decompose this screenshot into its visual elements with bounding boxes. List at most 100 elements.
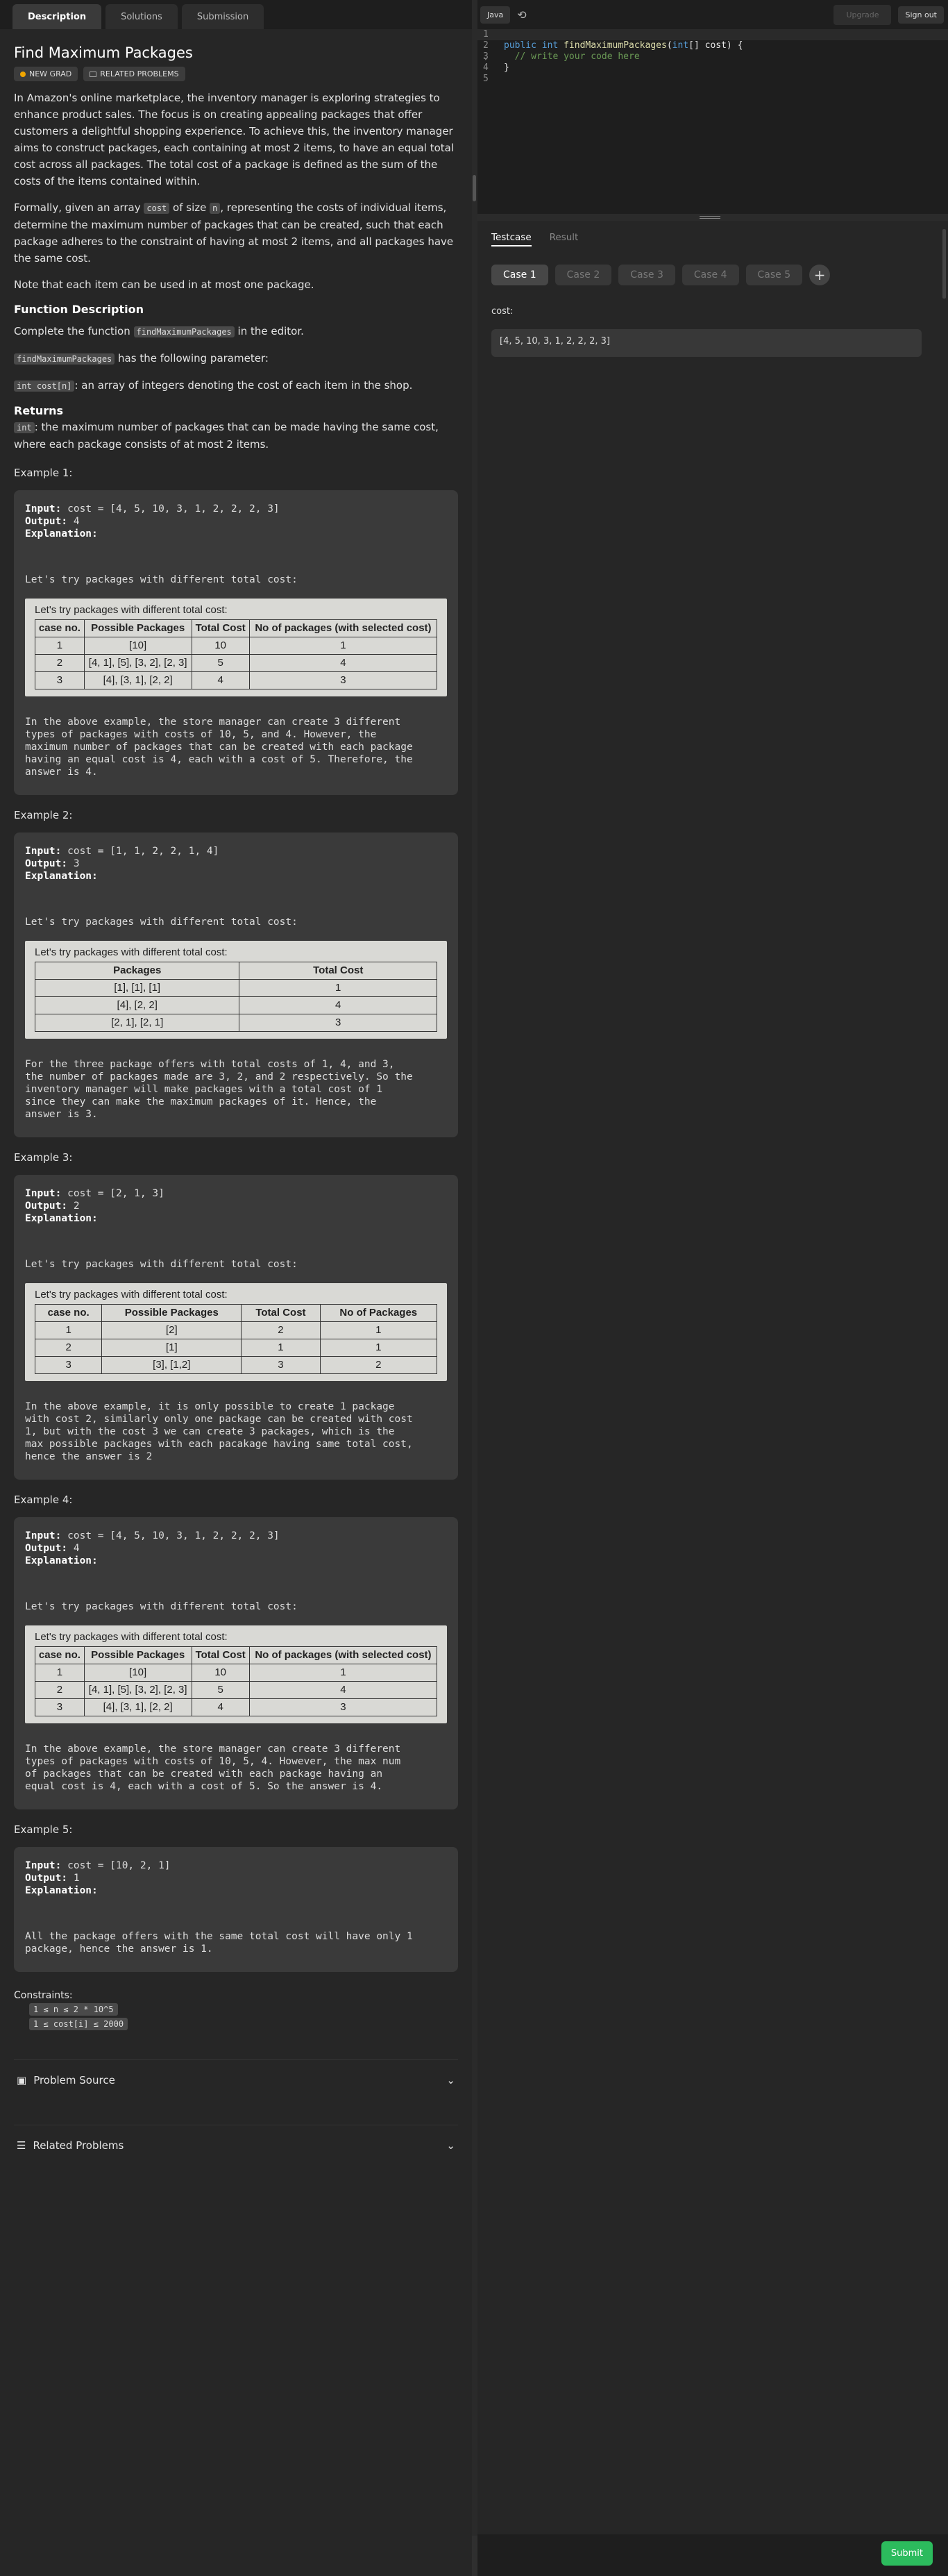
fd-line-3: int cost[n]: an array of integers denoti… — [14, 377, 458, 394]
tab-solutions[interactable]: Solutions — [105, 4, 178, 29]
tab-description[interactable]: Description — [12, 4, 102, 29]
packages-table: Packages Total Cost [1], [1], [1] 1 [4], [2,… — [34, 962, 437, 1032]
table-cell: [10] — [83, 1664, 192, 1682]
case-3-tab[interactable]: Case 3 — [618, 265, 675, 285]
editor-area: Java ⟲ Upgrade Sign out 1 2 ⌄ 3 4 5 publ… — [477, 0, 948, 2576]
star-icon — [20, 71, 26, 77]
formal-paragraph: Formally, given an array cost of size n,… — [14, 199, 458, 267]
text: has the following parameter: — [115, 352, 269, 365]
table-row: 3 [4], [3, 1], [2, 2] 4 3 — [35, 1698, 438, 1716]
table-cell: [1] — [101, 1339, 242, 1357]
table-cell: [2] — [101, 1321, 242, 1339]
table-cell: 10 — [191, 1664, 250, 1682]
table-cell: 3 — [239, 1014, 437, 1032]
problem-source-label: Problem Source — [33, 2073, 115, 2086]
table-cell: 1 — [319, 1339, 438, 1357]
add-case-icon[interactable]: + — [809, 265, 831, 285]
table-cell: 2 — [319, 1356, 438, 1374]
table-row: [4], [2, 2] 4 — [34, 996, 437, 1014]
code-editor[interactable]: 1 2 ⌄ 3 4 5 public int findMaximumPackag… — [477, 29, 948, 214]
table-cell: [1], [1], [1] — [34, 979, 240, 997]
table-header: case no. — [35, 1646, 85, 1664]
new-grad-badge[interactable]: NEW GRAD — [14, 67, 78, 81]
table-header: No of Packages — [319, 1304, 438, 1322]
tab-result[interactable]: Result — [550, 232, 579, 246]
table-header: Total Cost — [239, 962, 437, 980]
language-select[interactable]: Java — [480, 6, 511, 24]
sign-out-button[interactable]: Sign out — [898, 6, 944, 24]
example-conclusion: For the three package offers with total … — [25, 1059, 413, 1120]
table-header: Total Cost — [191, 619, 250, 637]
case-1-tab[interactable]: Case 1 — [491, 265, 548, 285]
tab-submission[interactable]: Submission — [181, 4, 264, 29]
table-header: case no. — [35, 619, 85, 637]
folder-icon — [90, 71, 97, 77]
table-cell: 1 — [239, 979, 437, 997]
splitter-vertical[interactable] — [472, 0, 477, 2576]
table-cell: [3], [1,2] — [101, 1356, 242, 1374]
table-cell: 10 — [191, 637, 250, 655]
example-explanation: Let's try packages with different total … — [25, 1601, 298, 1612]
related-problems-toggle[interactable]: ☰ Related Problems ⌄ — [14, 2125, 458, 2165]
table-cell: 3 — [248, 671, 438, 689]
table-header: Total Cost — [241, 1304, 321, 1322]
table-cell: 3 — [248, 1698, 438, 1716]
problem-source-toggle[interactable]: ▣ Problem Source ⌄ — [14, 2059, 458, 2100]
chevron-down-icon: ⌄ — [446, 2139, 455, 2152]
example-box: Input: cost = [2, 1, 3] Output: 2 Explanat… — [14, 1175, 458, 1480]
table-cell: [4], [3, 1], [2, 2] — [83, 1698, 192, 1716]
example-explanation-label: Explanation: — [25, 1885, 98, 1896]
testcase-tabs: Testcase Result — [491, 232, 934, 246]
code-line-2: public int findMaximumPackages(int[] cos… — [504, 40, 743, 51]
upgrade-button[interactable]: Upgrade — [833, 4, 892, 25]
splitter-handle[interactable] — [473, 175, 476, 201]
table-row: [2, 1], [2, 1] 3 — [34, 1014, 437, 1032]
related-problems-badge[interactable]: RELATED PROBLEMS — [83, 67, 185, 81]
table-cell: 3 — [35, 1698, 85, 1716]
table-cell: [10] — [83, 637, 192, 655]
example-box: Input: cost = [1, 1, 2, 2, 1, 4] Output: … — [14, 833, 458, 1137]
tab-testcase[interactable]: Testcase — [491, 232, 532, 246]
inline-code: findMaximumPackages — [133, 326, 235, 337]
cost-input[interactable]: [4, 5, 10, 3, 1, 2, 2, 2, 3] — [491, 329, 922, 357]
case-2-tab[interactable]: Case 2 — [555, 265, 612, 285]
table-row: 3 [3], [1,2] 3 2 — [34, 1356, 438, 1374]
table-cell: 1 — [248, 637, 438, 655]
image-caption: Let's try packages with different total … — [35, 604, 228, 616]
submit-button[interactable]: Submit — [881, 2541, 933, 2566]
table-cell: 4 — [248, 654, 438, 672]
function-description-heading: Function Description — [14, 303, 144, 316]
badge-row: NEW GRAD RELATED PROBLEMS — [14, 67, 458, 81]
example-conclusion: In the above example, the store manager … — [25, 717, 413, 778]
table-header: No of packages (with selected cost) — [248, 1646, 438, 1664]
text: : an array of integers denoting the cost… — [74, 379, 413, 392]
table-cell: 1 — [34, 1321, 103, 1339]
case-5-tab[interactable]: Case 5 — [745, 265, 803, 285]
problem-content: Find Maximum Packages NEW GRAD RELATED P… — [0, 29, 472, 2165]
cost-label: cost: — [491, 306, 514, 317]
table-row: 1 [10] 10 1 — [35, 637, 438, 655]
example-explanation: Let's try packages with different total … — [25, 917, 298, 928]
table-row: 2 [4, 1], [5], [3, 2], [2, 3] 5 4 — [35, 654, 438, 672]
case-4-tab[interactable]: Case 4 — [682, 265, 739, 285]
table-cell: 4 — [248, 1681, 438, 1699]
table-cell: [4], [2, 2] — [34, 996, 240, 1014]
explanation-image: Let's try packages with different total … — [25, 1625, 447, 1723]
constraints: Constraints: 1 ≤ n ≤ 2 * 10^5 1 ≤ cost[i… — [14, 1990, 458, 2030]
testcase-panel: Testcase Result Case 1 Case 2 Case 3 Cas… — [477, 221, 948, 2576]
table-row: 1 [2] 2 1 — [34, 1321, 438, 1339]
returns-paragraph: int: the maximum number of packages that… — [14, 419, 458, 453]
example-input: Input: cost = [4, 5, 10, 3, 1, 2, 2, 2, … — [25, 503, 280, 515]
text: : the maximum number of packages that ca… — [14, 421, 439, 451]
horizontal-resize-handle[interactable] — [477, 214, 948, 221]
code-line-4: } — [504, 62, 509, 73]
reset-icon[interactable]: ⟲ — [517, 8, 526, 22]
explanation-image: Let's try packages with different total … — [25, 1283, 447, 1381]
table-cell: 2 — [35, 654, 85, 672]
table-cell: 4 — [191, 671, 250, 689]
example-box: Input: cost = [4, 5, 10, 3, 1, 2, 2, 2, … — [14, 1517, 458, 1809]
example-output: Output: 4 — [25, 1543, 80, 1554]
constraint-1: 1 ≤ n ≤ 2 * 10^5 — [29, 2003, 118, 2016]
example-explanation: Let's try packages with different total … — [25, 574, 298, 585]
panel-scrollbar[interactable] — [942, 229, 946, 299]
